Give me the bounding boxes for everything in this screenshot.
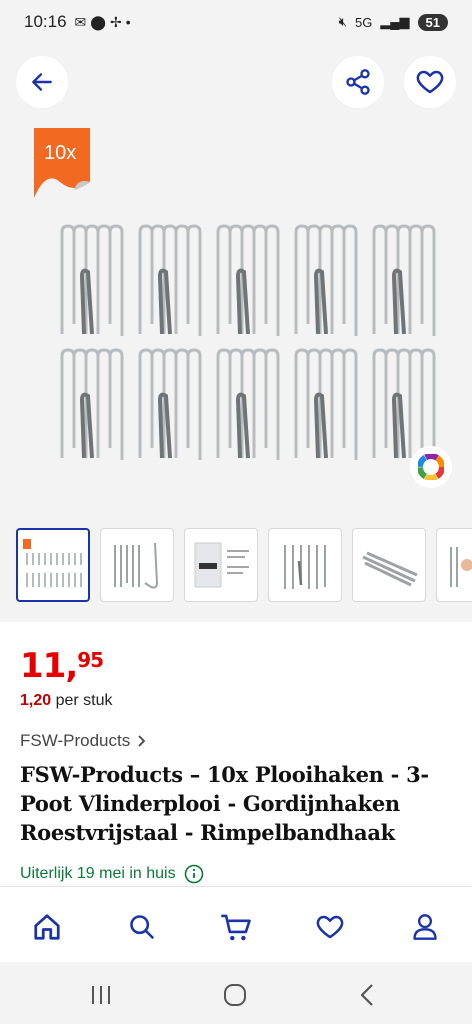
delivery-info[interactable]: Uiterlijk 19 mei in huis bbox=[20, 864, 204, 884]
quantity-badge: 10x bbox=[30, 124, 94, 200]
chevron-left-icon bbox=[360, 984, 373, 1006]
thumbnail-image bbox=[284, 545, 326, 589]
bottom-navigation bbox=[0, 886, 472, 962]
unit-price: 1,20 per stuk bbox=[20, 692, 113, 710]
thumbnail-2[interactable] bbox=[100, 528, 174, 602]
nav-home[interactable] bbox=[27, 907, 67, 947]
share-icon bbox=[346, 69, 370, 95]
home-system-button[interactable] bbox=[220, 980, 250, 1010]
thumbnail-6[interactable] bbox=[436, 528, 472, 602]
network-label: 5G bbox=[354, 14, 373, 30]
unit-price-label: per stuk bbox=[55, 692, 113, 709]
thumbnail-image bbox=[362, 551, 418, 587]
status-bar: 10:16 ✉ ⬤ ✢ • 🔇︎ 5G ▂▄▆ 51 bbox=[0, 0, 472, 44]
chevron-right-icon bbox=[138, 735, 146, 747]
user-icon bbox=[413, 914, 437, 940]
nav-search[interactable] bbox=[122, 907, 162, 947]
thumbnail-image bbox=[450, 547, 472, 587]
recents-button[interactable] bbox=[86, 980, 116, 1010]
nav-favorites[interactable] bbox=[310, 907, 350, 947]
brand-link[interactable]: FSW-Products bbox=[20, 731, 148, 751]
product-gallery[interactable]: 10x bbox=[0, 44, 472, 514]
home-icon bbox=[34, 914, 60, 940]
price-cents: 95 bbox=[77, 648, 104, 672]
thumbnail-image bbox=[114, 542, 159, 589]
product-title: FSW-Products – 10x Plooihaken - 3-Poot V… bbox=[20, 762, 429, 845]
favorite-button[interactable] bbox=[404, 56, 456, 108]
search-icon bbox=[130, 915, 154, 939]
unit-price-value: 1,20 bbox=[20, 692, 52, 709]
battery-indicator: 51 bbox=[417, 13, 448, 31]
nav-account[interactable] bbox=[405, 907, 445, 947]
color-wheel-icon bbox=[418, 454, 444, 480]
home-circle-icon bbox=[224, 984, 246, 1006]
app-icon: ⬤ bbox=[90, 13, 106, 30]
badge-label: 10x bbox=[44, 142, 77, 164]
brand-name[interactable]: FSW-Products bbox=[20, 731, 130, 751]
heart-icon bbox=[416, 70, 444, 94]
clock: 10:16 bbox=[24, 12, 67, 31]
cart-icon bbox=[221, 914, 251, 941]
delivery-text: Uiterlijk 19 mei in huis bbox=[20, 865, 176, 882]
arrow-left-icon bbox=[32, 73, 52, 91]
thumbnail-image bbox=[23, 539, 82, 587]
thumbnail-image bbox=[194, 542, 249, 588]
thumbnail-4[interactable] bbox=[268, 528, 342, 602]
thumbnail-strip[interactable] bbox=[0, 514, 472, 622]
product-image[interactable] bbox=[50, 220, 442, 470]
back-system-button[interactable] bbox=[352, 980, 382, 1010]
thumbnail-5[interactable] bbox=[352, 528, 426, 602]
thumbnail-1[interactable] bbox=[16, 528, 90, 602]
system-icons: 🔇︎ 5G ▂▄▆ 51 bbox=[338, 13, 448, 31]
price: 11, 95 bbox=[20, 646, 104, 686]
recents-icon bbox=[92, 986, 110, 1004]
info-icon[interactable] bbox=[184, 864, 204, 884]
system-navigation-bar bbox=[0, 962, 472, 1024]
share-button[interactable] bbox=[332, 56, 384, 108]
mute-icon: 🔇︎ bbox=[338, 14, 347, 29]
signal-icon: ▂▄▆ bbox=[380, 14, 410, 29]
nav-cart[interactable] bbox=[216, 907, 256, 947]
thumbnail-3[interactable] bbox=[184, 528, 258, 602]
dot-icon: • bbox=[125, 14, 131, 30]
fan-icon: ✢ bbox=[109, 13, 122, 30]
heart-icon bbox=[316, 915, 344, 939]
color-options-button[interactable] bbox=[410, 446, 452, 488]
price-whole: 11, bbox=[20, 646, 78, 686]
notification-icons: ✉ ⬤ ✢ • bbox=[75, 14, 131, 31]
mail-icon: ✉ bbox=[74, 13, 87, 30]
back-button[interactable] bbox=[16, 56, 68, 108]
